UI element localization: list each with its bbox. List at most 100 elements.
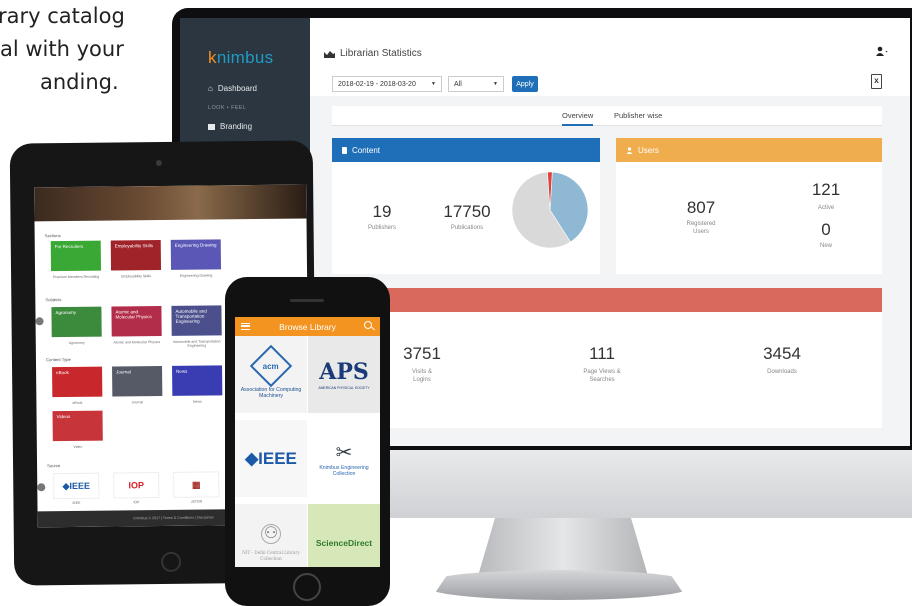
phone-tile-acm[interactable]: acm Association for Computing Machinery — [235, 336, 307, 413]
content-pie-chart — [511, 171, 589, 249]
phone-tile-caption: AMERICAN PHYSICAL SOCIETY — [318, 385, 370, 390]
monitor-stand — [478, 518, 648, 576]
phone-app-title: Browse Library — [279, 321, 336, 332]
acm-logo-icon: acm — [249, 344, 293, 387]
tile-atomic-physics[interactable]: Atomic and Molecular Physics — [111, 306, 162, 337]
tile-news[interactable]: News — [172, 365, 223, 396]
publications-label: Publications — [450, 225, 484, 231]
carousel-left-arrow[interactable] — [37, 483, 46, 492]
stats-tabs: Overview Publisher wise — [332, 106, 882, 126]
page-title-text: Librarian Statistics — [340, 48, 422, 59]
user-icon — [626, 146, 633, 154]
sidebar-section-header: LOOK • FEEL — [208, 105, 247, 111]
phone-tile-knimbus-engineering[interactable]: ✂ Knimbus Engineering Collection — [308, 420, 380, 497]
tile-employability[interactable]: Employability Skills — [110, 240, 162, 271]
sidebar-item-dashboard[interactable]: ⌂ Dashboard — [208, 84, 257, 93]
tile-caption: Employability Skills — [121, 274, 151, 279]
aps-logo: APS — [319, 358, 369, 385]
main-content: Librarian Statistics 2018-02-19 - 2018-0… — [310, 18, 910, 446]
phone-speaker — [290, 299, 324, 302]
activity-panel: 3751 Visits & Logins 111 Page Views & Se… — [332, 288, 882, 428]
content-panel-title: Content — [352, 145, 381, 155]
monitor-base — [430, 570, 688, 600]
scope-value: All — [454, 80, 462, 88]
phone-tile-nit[interactable]: ⚇ NIT - Delhi Central Library Collection — [235, 504, 307, 567]
downloads-count: 3454 — [763, 344, 801, 363]
date-range-select[interactable]: 2018-02-19 - 2018-03-20 ▼ — [332, 76, 442, 92]
tile-journal[interactable]: Journal — [112, 366, 163, 397]
topbar: Librarian Statistics 2018-02-19 - 2018-0… — [310, 18, 910, 96]
registered-users-count: 807 — [686, 198, 716, 217]
tab-publisher-wise[interactable]: Publisher wise — [614, 111, 662, 124]
downloads-label: Downloads — [767, 369, 797, 375]
publications-count: 17750 — [443, 202, 491, 221]
tile-caption: JSTOR — [190, 499, 203, 504]
hamburger-menu-icon[interactable] — [241, 323, 250, 330]
apply-button[interactable]: Apply — [512, 76, 538, 92]
tile-caption: Premium Members Recruiting — [52, 274, 100, 280]
search-icon[interactable] — [364, 321, 372, 329]
tile-caption: Engineering Drawing — [179, 273, 213, 278]
phone-tile-ieee[interactable]: ◆IEEE — [235, 420, 307, 497]
tile-caption: Atomic and Molecular Physics — [113, 340, 161, 345]
source-tile-ieee[interactable]: ◆IEEE — [53, 472, 100, 500]
image-icon — [208, 123, 215, 130]
users-panel: Users 807 Registered Users 121 Active 0 … — [616, 138, 882, 274]
tile-agronomy[interactable]: Agronomy — [51, 306, 102, 338]
chevron-down-icon: ▼ — [431, 81, 436, 87]
date-range-value: 2018-02-19 - 2018-03-20 — [338, 80, 416, 88]
promo-line-3: anding. — [40, 70, 119, 94]
book-icon — [342, 146, 347, 154]
tile-automobile[interactable]: Automobile and Transportation Engineerin… — [171, 305, 222, 336]
tile-caption: eBook — [72, 400, 83, 405]
phone-tile-caption: Association for Computing Machinery — [240, 386, 302, 399]
brand-logo[interactable]: knimbus — [208, 48, 273, 68]
visits-count: 3751 — [403, 344, 441, 363]
phone-device: Browse Library acm Association for Compu… — [225, 277, 390, 606]
tile-recruiters[interactable]: For Recruiters — [50, 240, 102, 272]
user-menu[interactable] — [876, 46, 888, 59]
phone-tile-sciencedirect[interactable]: ScienceDirect — [308, 504, 380, 567]
users-panel-header: Users — [616, 138, 882, 162]
excel-export-icon[interactable]: x — [871, 74, 882, 89]
library-banner-image — [34, 184, 307, 222]
tile-caption: Journal — [131, 400, 144, 405]
scope-select[interactable]: All ▼ — [448, 76, 504, 92]
source-tile-iop[interactable]: IOP — [113, 472, 160, 499]
section-heading-subjects: Subjects — [45, 297, 62, 303]
visits-label: Visits & Logins — [412, 369, 432, 383]
tile-engineering-drawing[interactable]: Engineering Drawing — [170, 239, 222, 270]
tile-caption: News — [192, 399, 202, 404]
tablet-home-button[interactable] — [160, 551, 182, 573]
tile-videos[interactable]: Videos — [52, 410, 103, 442]
chevron-down-icon: ▼ — [493, 81, 498, 87]
content-panel-header: Content — [332, 138, 600, 162]
source-tile-jstor[interactable]: ▦ — [173, 471, 220, 498]
area-chart-icon — [324, 50, 335, 58]
sidebar-item-branding[interactable]: Branding — [208, 122, 252, 131]
registered-users-label: Registered Users — [686, 221, 716, 235]
phone-tile-aps[interactable]: APS AMERICAN PHYSICAL SOCIETY — [308, 336, 380, 413]
tile-ebook[interactable]: eBook — [52, 366, 103, 398]
tab-overview[interactable]: Overview — [562, 111, 594, 126]
page-views-label: Page Views & Searches — [583, 369, 621, 383]
promo-line-2: al with your — [0, 37, 124, 61]
new-users-count: 0 — [821, 220, 831, 239]
sidebar-item-label: Dashboard — [217, 84, 257, 93]
publishers-count: 19 — [372, 202, 392, 221]
carousel-left-arrow[interactable] — [35, 317, 44, 326]
sidebar-item-label: Branding — [220, 122, 253, 131]
section-heading-source: Source — [47, 463, 61, 469]
phone-tile-caption: Knimbus Engineering Collection — [319, 465, 369, 477]
tablet-camera — [155, 160, 162, 167]
new-users-label: New — [819, 243, 832, 249]
user-icon — [876, 46, 888, 56]
publishers-label: Publishers — [367, 225, 396, 231]
users-panel-title: Users — [638, 145, 659, 155]
active-users-count: 121 — [811, 180, 841, 199]
active-users-label: Active — [817, 205, 835, 211]
phone-home-button[interactable] — [293, 573, 321, 601]
tile-caption: IOP — [133, 500, 140, 505]
page-title: Librarian Statistics — [324, 48, 422, 59]
promo-text: rary catalog al with your anding. — [0, 0, 170, 99]
